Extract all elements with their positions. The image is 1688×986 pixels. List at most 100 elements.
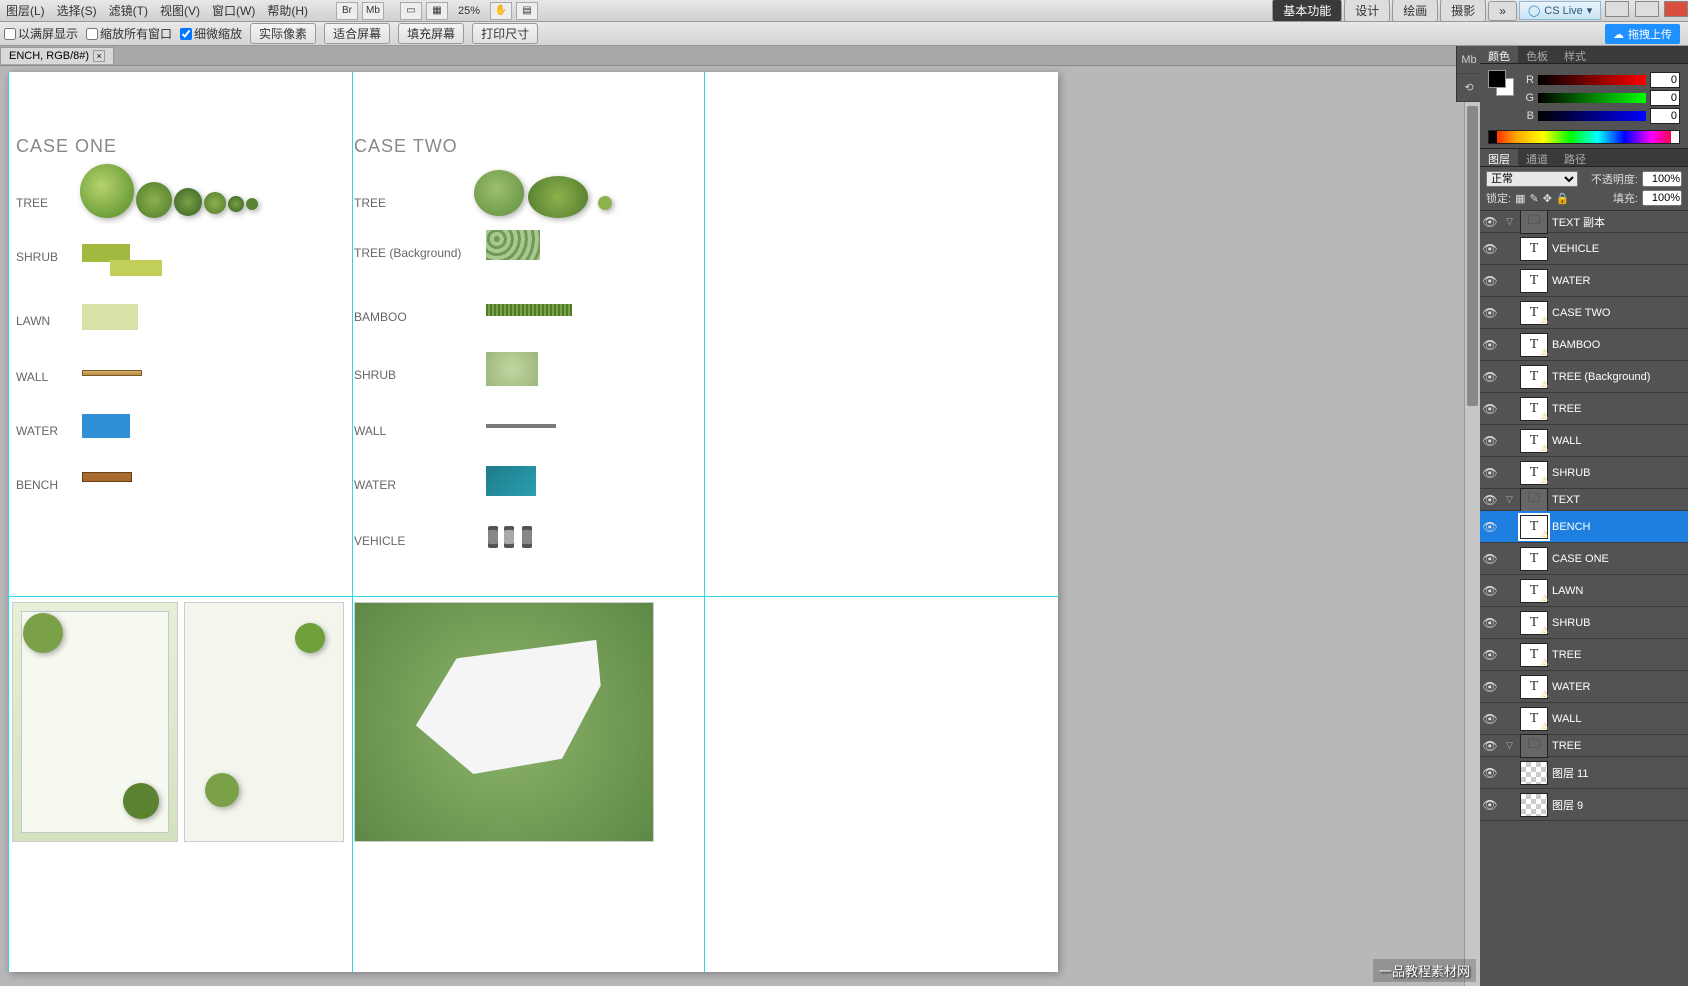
fgbg-swatch[interactable] [1488, 70, 1514, 96]
visibility-toggle[interactable]: 👁 [1482, 337, 1498, 353]
group-toggle-icon[interactable]: ▽ [1506, 740, 1516, 751]
lock-all-icon[interactable]: 🔒 [1556, 192, 1570, 205]
visibility-toggle[interactable]: 👁 [1482, 465, 1498, 481]
layer-item[interactable]: 👁T⚠BENCH [1480, 511, 1688, 543]
strip-mb-icon[interactable]: Mb [1457, 46, 1481, 74]
minibridge-icon[interactable]: Mb [362, 2, 384, 20]
layer-item[interactable]: 👁T⚠WATER [1480, 671, 1688, 703]
menu-filter[interactable]: 滤镜(T) [103, 2, 154, 19]
visibility-toggle[interactable]: 👁 [1482, 679, 1498, 695]
visibility-toggle[interactable]: 👁 [1482, 433, 1498, 449]
layers-list[interactable]: 👁▽🗀TEXT 副本👁TVEHICLE👁TWATER👁T⚠CASE TWO👁T⚠… [1480, 211, 1688, 986]
menu-select[interactable]: 选择(S) [51, 2, 103, 19]
layer-item[interactable]: 👁T⚠CASE TWO [1480, 297, 1688, 329]
menu-window[interactable]: 窗口(W) [206, 2, 261, 19]
lock-pixels-icon[interactable]: ✎ [1529, 192, 1538, 205]
layer-group[interactable]: 👁▽🗀TEXT 副本 [1480, 211, 1688, 233]
cslive-button[interactable]: ◯CS Live ▾ [1519, 1, 1601, 20]
menu-layer[interactable]: 图层(L) [0, 2, 51, 19]
fill-input[interactable] [1642, 190, 1682, 206]
visibility-toggle[interactable]: 👁 [1482, 738, 1498, 754]
layer-item[interactable]: 👁T⚠TREE [1480, 393, 1688, 425]
layer-item[interactable]: 👁TCASE ONE [1480, 543, 1688, 575]
visibility-toggle[interactable]: 👁 [1482, 519, 1498, 535]
visibility-toggle[interactable]: 👁 [1482, 647, 1498, 663]
tab-layers[interactable]: 图层 [1480, 149, 1518, 166]
layer-item[interactable]: 👁T⚠WALL [1480, 703, 1688, 735]
visibility-toggle[interactable]: 👁 [1482, 401, 1498, 417]
visibility-toggle[interactable]: 👁 [1482, 273, 1498, 289]
layer-item[interactable]: 👁T⚠TREE [1480, 639, 1688, 671]
canvas[interactable]: CASE ONE TREE SHRUB LAWN WALL WATER BENC… [8, 72, 1058, 972]
visibility-toggle[interactable]: 👁 [1482, 492, 1498, 508]
tab-color[interactable]: 颜色 [1480, 46, 1518, 63]
layer-item[interactable]: 👁图层 11 [1480, 757, 1688, 789]
btn-fit-screen[interactable]: 适合屏幕 [324, 23, 390, 44]
layer-item[interactable]: 👁T⚠TREE (Background) [1480, 361, 1688, 393]
minimize-button[interactable] [1605, 1, 1629, 17]
layer-item[interactable]: 👁T⚠BAMBOO [1480, 329, 1688, 361]
workspace-more[interactable]: » [1488, 1, 1517, 21]
hand-icon[interactable]: ✋ [490, 2, 512, 20]
workspace[interactable]: CASE ONE TREE SHRUB LAWN WALL WATER BENC… [0, 66, 1480, 986]
workspace-essentials[interactable]: 基本功能 [1272, 0, 1342, 22]
layer-item[interactable]: 👁TWATER [1480, 265, 1688, 297]
layer-item[interactable]: 👁T⚠SHRUB [1480, 457, 1688, 489]
blend-mode-select[interactable]: 正常 [1486, 171, 1578, 187]
workspace-photography[interactable]: 摄影 [1440, 0, 1486, 22]
layer-item[interactable]: 👁T⚠LAWN [1480, 575, 1688, 607]
g-slider[interactable] [1538, 93, 1646, 103]
maximize-button[interactable] [1635, 1, 1659, 17]
document-tab[interactable]: ENCH, RGB/8#) × [0, 47, 114, 64]
btn-print-size[interactable]: 打印尺寸 [472, 23, 538, 44]
lock-position-icon[interactable]: ✥ [1543, 192, 1552, 205]
screenmode-icon[interactable]: ▭ [400, 2, 422, 20]
menu-view[interactable]: 视图(V) [154, 2, 206, 19]
layer-group[interactable]: 👁▽🗀TREE [1480, 735, 1688, 757]
group-toggle-icon[interactable]: ▽ [1506, 494, 1516, 505]
extras-icon[interactable]: ▦ [426, 2, 448, 20]
color-spectrum[interactable] [1488, 130, 1680, 144]
tab-channels[interactable]: 通道 [1518, 149, 1556, 166]
layer-item[interactable]: 👁T⚠WALL [1480, 425, 1688, 457]
btn-actual-pixels[interactable]: 实际像素 [250, 23, 316, 44]
tab-swatches[interactable]: 色板 [1518, 46, 1556, 63]
visibility-toggle[interactable]: 👁 [1482, 615, 1498, 631]
visibility-toggle[interactable]: 👁 [1482, 711, 1498, 727]
layer-group[interactable]: 👁▽🗀TEXT [1480, 489, 1688, 511]
g-value[interactable] [1650, 90, 1680, 106]
opacity-input[interactable] [1642, 171, 1682, 187]
opt-fill-screen[interactable]: 以满屏显示 [4, 25, 78, 42]
close-tab-icon[interactable]: × [93, 50, 105, 62]
bridge-icon[interactable]: Br [336, 2, 358, 20]
layer-item[interactable]: 👁T⚠SHRUB [1480, 607, 1688, 639]
visibility-toggle[interactable]: 👁 [1482, 583, 1498, 599]
lock-transparency-icon[interactable]: ▦ [1515, 192, 1525, 205]
r-slider[interactable] [1538, 75, 1646, 85]
arrange-icon[interactable]: ▤ [516, 2, 538, 20]
visibility-toggle[interactable]: 👁 [1482, 369, 1498, 385]
visibility-toggle[interactable]: 👁 [1482, 305, 1498, 321]
cloud-upload-button[interactable]: 拖拽上传 [1605, 24, 1680, 44]
menu-help[interactable]: 帮助(H) [261, 2, 314, 19]
close-button[interactable] [1664, 1, 1688, 17]
workspace-design[interactable]: 设计 [1344, 0, 1390, 22]
vertical-scrollbar[interactable] [1464, 66, 1480, 986]
visibility-toggle[interactable]: 👁 [1482, 797, 1498, 813]
layer-item[interactable]: 👁TVEHICLE [1480, 233, 1688, 265]
visibility-toggle[interactable]: 👁 [1482, 551, 1498, 567]
tab-styles[interactable]: 样式 [1556, 46, 1594, 63]
visibility-toggle[interactable]: 👁 [1482, 241, 1498, 257]
visibility-toggle[interactable]: 👁 [1482, 214, 1498, 230]
opt-scrubby-zoom[interactable]: 细微缩放 [180, 25, 242, 42]
layer-item[interactable]: 👁图层 9 [1480, 789, 1688, 821]
btn-fill-screen[interactable]: 填充屏幕 [398, 23, 464, 44]
b-slider[interactable] [1538, 111, 1646, 121]
zoom-level[interactable]: 25% [458, 5, 480, 17]
b-value[interactable] [1650, 108, 1680, 124]
r-value[interactable] [1650, 72, 1680, 88]
workspace-painting[interactable]: 绘画 [1392, 0, 1438, 22]
group-toggle-icon[interactable]: ▽ [1506, 216, 1516, 227]
strip-history-icon[interactable]: ⟲ [1457, 74, 1481, 102]
tab-paths[interactable]: 路径 [1556, 149, 1594, 166]
